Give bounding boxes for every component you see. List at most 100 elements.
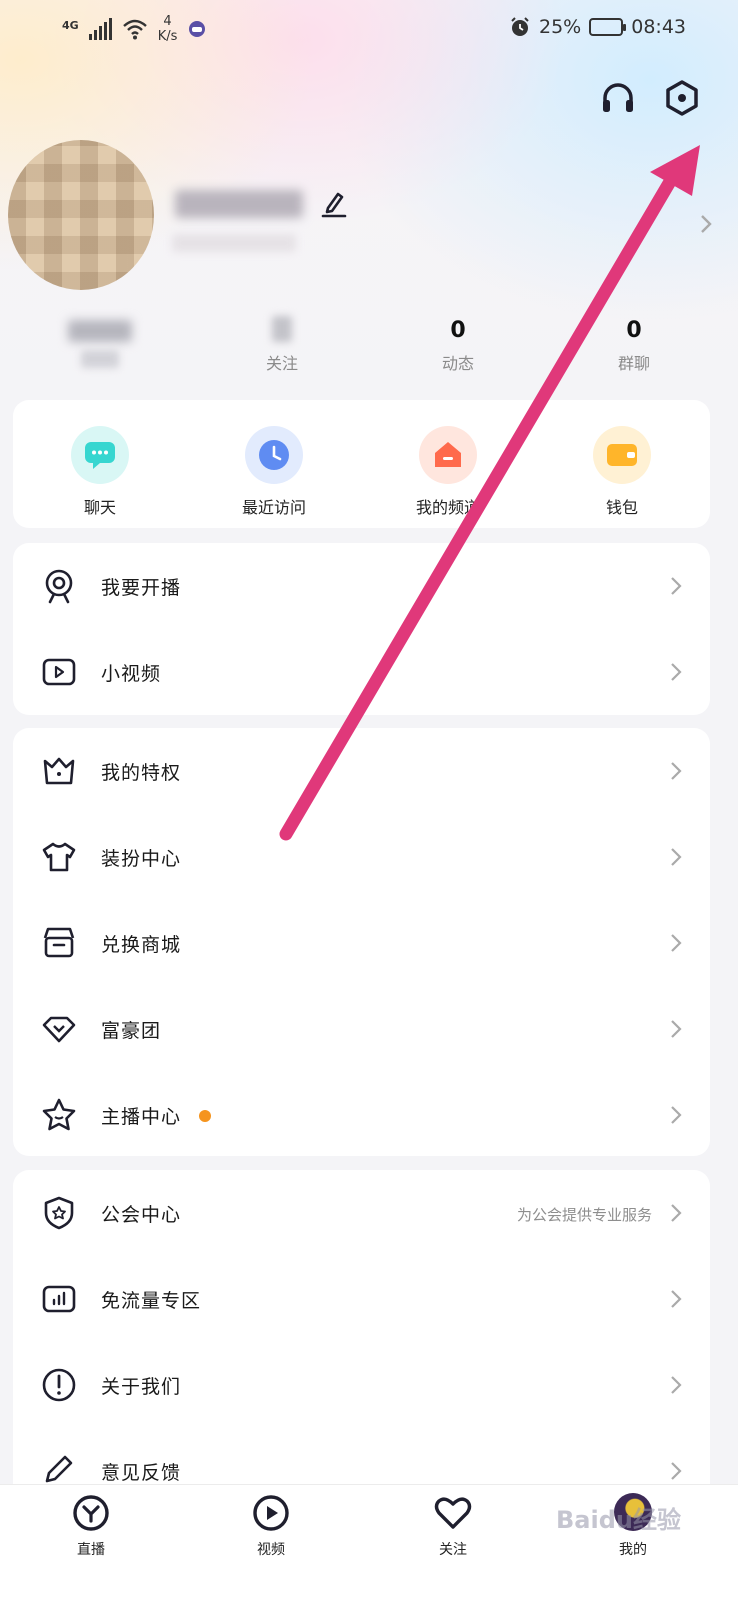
stat-blurred-1[interactable] xyxy=(40,316,160,372)
chat-bubble-icon xyxy=(85,442,115,469)
stat-posts-label: 动态 xyxy=(441,354,474,373)
menu-item-label: 意见反馈 xyxy=(101,1462,182,1484)
menu-group-3: 公会中心 为公会提供专业服务 免流量专区 关于我们 意见反馈 xyxy=(13,1170,710,1500)
crown-icon xyxy=(43,757,75,785)
net-speed-value: 4 xyxy=(163,14,172,29)
tab-video-label: 视频 xyxy=(257,1542,285,1558)
stat-posts[interactable]: 0 动态 xyxy=(398,316,518,373)
quick-recent[interactable]: 最近访问 xyxy=(214,426,334,518)
app-notification-icon xyxy=(189,21,206,37)
quick-actions-card: 聊天 最近访问 我的频道 钱包 xyxy=(13,400,710,528)
quick-wallet-label: 钱包 xyxy=(605,498,638,517)
chevron-right-icon xyxy=(671,1204,682,1222)
diamond-icon xyxy=(42,1016,76,1043)
settings-hexagon-icon[interactable] xyxy=(662,78,702,118)
quick-chat-label: 聊天 xyxy=(83,498,116,517)
wallet-icon xyxy=(607,444,637,466)
chevron-right-icon xyxy=(671,1020,682,1038)
edit-pencil-icon[interactable] xyxy=(320,188,348,218)
stat-groups[interactable]: 0 群聊 xyxy=(574,316,694,373)
chevron-right-icon xyxy=(671,1106,682,1124)
chevron-right-icon xyxy=(671,663,682,681)
menu-item-label: 装扮中心 xyxy=(101,848,182,870)
clock-icon xyxy=(259,440,289,470)
menu-item-label: 我要开播 xyxy=(101,577,182,599)
network-type: 4G xyxy=(62,18,79,32)
stat-following[interactable]: 关注 xyxy=(222,316,342,373)
net-speed-unit: K/s xyxy=(157,29,178,44)
menu-item-label: 小视频 xyxy=(101,663,162,685)
menu-item-anchor-center[interactable]: 主播中心 xyxy=(13,1072,710,1158)
menu-item-about-us[interactable]: 关于我们 xyxy=(13,1342,710,1428)
menu-item-label: 富豪团 xyxy=(101,1020,162,1042)
live-icon xyxy=(73,1495,109,1531)
clock-time: 08:43 xyxy=(631,16,686,38)
net-speed: 4 K/s xyxy=(158,14,178,44)
wifi-icon xyxy=(122,19,147,40)
menu-group-2: 我的特权 装扮中心 兑换商城 富豪团 主播中心 xyxy=(13,728,710,1156)
user-id-blurred xyxy=(172,234,296,252)
tab-video[interactable]: 视频 xyxy=(226,1493,316,1559)
menu-item-label: 免流量专区 xyxy=(101,1290,202,1312)
signal-icon xyxy=(88,18,112,40)
username-blurred xyxy=(175,190,303,218)
video-play-icon xyxy=(42,658,76,686)
chevron-right-icon xyxy=(671,934,682,952)
store-icon xyxy=(43,927,75,958)
quick-channel-label: 我的频道 xyxy=(415,498,480,517)
menu-item-exchange-store[interactable]: 兑换商城 xyxy=(13,900,710,986)
chevron-right-icon xyxy=(671,762,682,780)
notification-dot xyxy=(199,1110,211,1122)
quick-channel[interactable]: 我的频道 xyxy=(388,426,508,518)
stat-groups-label: 群聊 xyxy=(617,354,650,373)
chart-icon xyxy=(42,1285,76,1313)
house-icon xyxy=(435,442,461,467)
stat-following-label: 关注 xyxy=(265,354,298,373)
tab-follow[interactable]: 关注 xyxy=(408,1493,498,1559)
profile-stats: 关注 0 动态 0 群聊 xyxy=(0,316,738,376)
battery-icon xyxy=(589,18,627,36)
alarm-icon xyxy=(511,17,529,36)
tab-follow-label: 关注 xyxy=(439,1542,467,1558)
menu-item-subtitle: 为公会提供专业服务 xyxy=(516,1206,652,1224)
menu-item-rich-club[interactable]: 富豪团 xyxy=(13,986,710,1072)
tab-live[interactable]: 直播 xyxy=(46,1493,136,1559)
shirt-icon xyxy=(42,842,76,872)
chevron-right-icon xyxy=(671,577,682,595)
menu-item-privileges[interactable]: 我的特权 xyxy=(13,728,710,814)
menu-item-label: 关于我们 xyxy=(101,1376,182,1398)
chevron-right-icon xyxy=(671,848,682,866)
menu-group-1: 我要开播 小视频 xyxy=(13,543,710,715)
webcam-icon xyxy=(45,569,73,604)
tab-me-label: 我的 xyxy=(619,1542,647,1558)
stat-groups-value: 0 xyxy=(626,318,642,343)
watermark: Baidu经验 xyxy=(556,1506,681,1534)
stat-posts-value: 0 xyxy=(450,318,466,343)
tab-live-label: 直播 xyxy=(77,1542,105,1558)
video-tab-icon xyxy=(253,1495,289,1531)
chevron-right-icon xyxy=(671,1290,682,1308)
menu-item-label: 兑换商城 xyxy=(101,934,182,956)
menu-item-guild-center[interactable]: 公会中心 为公会提供专业服务 xyxy=(13,1170,710,1256)
heart-icon xyxy=(434,1497,472,1529)
menu-item-short-video[interactable]: 小视频 xyxy=(13,629,710,715)
menu-item-go-live[interactable]: 我要开播 xyxy=(13,543,710,629)
shield-icon xyxy=(44,1196,74,1230)
star-icon xyxy=(42,1098,76,1131)
menu-item-label: 主播中心 xyxy=(101,1106,182,1128)
quick-chat[interactable]: 聊天 xyxy=(40,426,160,518)
menu-item-free-data[interactable]: 免流量专区 xyxy=(13,1256,710,1342)
info-icon xyxy=(42,1368,76,1402)
menu-item-label: 我的特权 xyxy=(101,762,182,784)
status-bar: 4G 4 K/s 25% 08:43 xyxy=(0,0,738,56)
quick-recent-label: 最近访问 xyxy=(241,498,306,517)
menu-item-label: 公会中心 xyxy=(101,1204,182,1226)
battery-percent: 25% xyxy=(539,16,582,38)
chevron-right-icon xyxy=(671,1462,682,1480)
headphones-icon[interactable] xyxy=(598,78,638,118)
menu-item-dressup[interactable]: 装扮中心 xyxy=(13,814,710,900)
quick-wallet[interactable]: 钱包 xyxy=(562,426,682,518)
profile-avatar[interactable] xyxy=(8,140,154,290)
profile-chevron-icon[interactable] xyxy=(698,212,714,236)
chevron-right-icon xyxy=(671,1376,682,1394)
